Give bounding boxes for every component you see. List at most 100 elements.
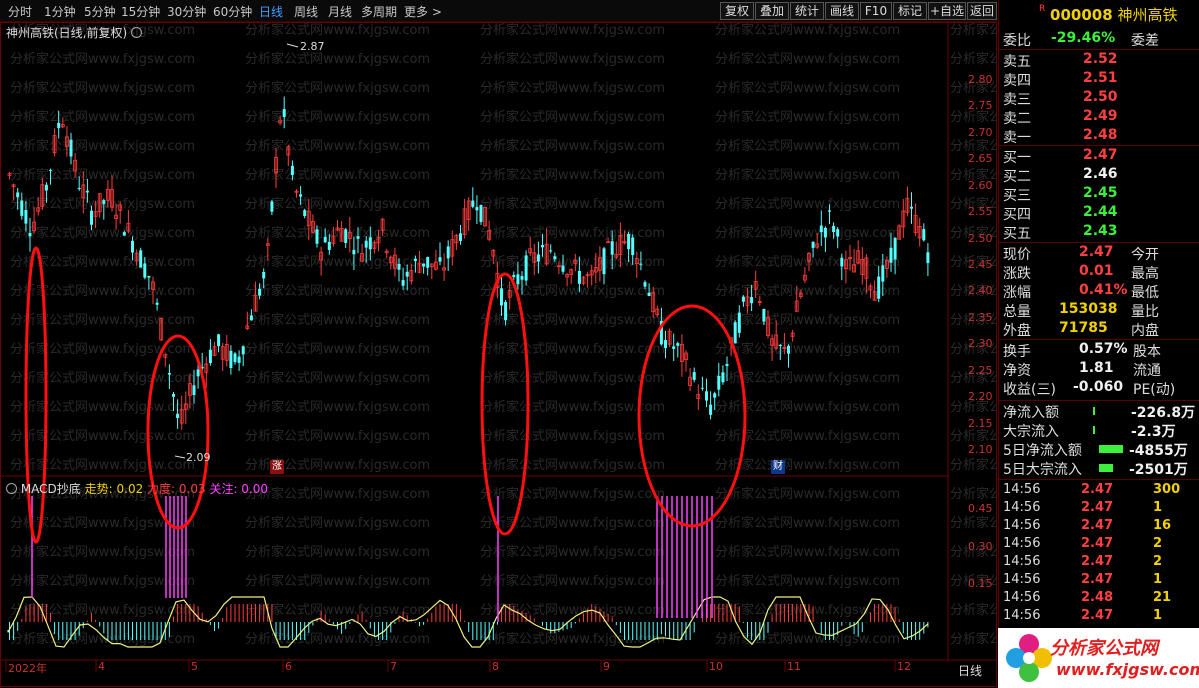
quote-row: 涨跌 0.01 最高 <box>1003 263 1197 282</box>
period-tab-multi[interactable]: 多周期 <box>361 3 397 20</box>
date-tick: 6 <box>285 660 292 673</box>
svg-text:分析家公式网www.fxjgsw.com: 分析家公式网www.fxjgsw.com <box>245 254 430 270</box>
quote-row: 外盘 71785 内盘 <box>1003 320 1197 339</box>
period-tab-daily[interactable]: 日线 <box>259 3 283 20</box>
macd-settings-icon[interactable] <box>6 483 17 494</box>
quote-label: 现价 <box>1003 247 1031 263</box>
svg-text:分析家公式网www.fxjgsw.com: 分析家公式网www.fxjgsw.com <box>10 283 195 299</box>
period-tab-60min[interactable]: 60分钟 <box>213 3 252 20</box>
svg-text:分析家公式网www.fxjgsw.com: 分析家公式网www.fxjgsw.com <box>245 631 430 647</box>
tick-volume: 1 <box>1153 500 1163 515</box>
period-tab-more[interactable]: 更多 > <box>404 3 442 20</box>
flow-row: 净流入额 -226.8万 <box>1003 402 1197 421</box>
stats-button[interactable]: 统计 <box>790 2 824 20</box>
tick-time: 14:56 <box>1003 608 1041 623</box>
chart-title: 神州高铁(日线,前复权) <box>6 24 143 41</box>
svg-text:分析家公式网www.fxjgsw.com: 分析家公式网www.fxjgsw.com <box>245 312 430 328</box>
tick-row: 14:56 2.47 2 <box>1003 536 1197 555</box>
ask-row: 卖四 2.51 <box>1003 70 1197 89</box>
macd-tick: 0.15 <box>968 577 993 590</box>
zhang-marker[interactable]: 涨 <box>270 460 284 474</box>
flow-bar <box>1093 426 1095 434</box>
price-tick: 2.75 <box>968 99 993 113</box>
period-tab-1min[interactable]: 1分钟 <box>44 3 76 20</box>
stats-label: 净资 <box>1003 363 1031 379</box>
stats-label2: 流通 <box>1133 363 1161 379</box>
divider <box>998 339 1199 340</box>
overlay-button[interactable]: 叠加 <box>755 2 789 20</box>
logo-text: 分析家公式网 <box>1050 638 1158 659</box>
kline-chart[interactable]: 分析家公式网www.fxjgsw.com 分析家公式网www.fxjgsw.com… <box>0 22 997 688</box>
ask-label: 卖二 <box>1003 111 1031 127</box>
price-tick: 2.45 <box>968 258 993 271</box>
quote-value: 0.41% <box>1079 282 1128 298</box>
macd-tick: 0.45 <box>968 502 993 515</box>
cai-marker[interactable]: 财 <box>771 460 785 474</box>
quote-label: 涨幅 <box>1003 285 1031 301</box>
period-tab-15min[interactable]: 15分钟 <box>121 3 160 20</box>
bid-row: 买一 2.47 <box>1003 147 1197 166</box>
flow-label: 5日净流入额 <box>1003 443 1082 459</box>
svg-text:分析家公式网www.fxjgsw.com: 分析家公式网www.fxjgsw.com <box>10 457 195 473</box>
draw-button[interactable]: 画线 <box>825 2 859 20</box>
price-tick: 2.60 <box>968 178 993 192</box>
price-tick: 2.15 <box>968 416 993 430</box>
tick-time: 14:56 <box>1003 554 1041 569</box>
ask-label: 卖一 <box>1003 130 1031 146</box>
weibi-row: 委比 -29.46% 委差 <box>1003 30 1197 49</box>
period-tab-weekly[interactable]: 周线 <box>294 3 318 20</box>
period-tab-fenshi[interactable]: 分时 <box>8 3 32 20</box>
weibi-value: -29.46% <box>1051 30 1116 46</box>
tick-row: 14:56 2.47 1 <box>1003 608 1197 627</box>
flow-row: 5日净流入额 -4855万 <box>1003 440 1197 459</box>
svg-text:分析家公式网www.fxjgsw.com: 分析家公式网www.fxjgsw.com <box>480 283 665 299</box>
svg-text:分析家公式网www.fxjgsw.com: 分析家公式网www.fxjgsw.com <box>950 22 997 38</box>
stats-label2: 股本 <box>1133 344 1161 360</box>
svg-text:分析家公式网www.fxjgsw.com: 分析家公式网www.fxjgsw.com <box>10 167 195 183</box>
period-tab-30min[interactable]: 30分钟 <box>167 3 206 20</box>
macd-focus: 关注: 0.00 <box>209 482 269 496</box>
svg-text:分析家公式网www.fxjgsw.com: 分析家公式网www.fxjgsw.com <box>10 254 195 270</box>
tick-volume: 16 <box>1153 518 1172 533</box>
stats-label2: PE(动) <box>1133 382 1176 398</box>
settings-circle-icon[interactable] <box>131 27 143 38</box>
min-price-label: 2.09 <box>186 451 211 464</box>
svg-text:分析家公式网www.fxjgsw.com: 分析家公式网www.fxjgsw.com <box>480 196 665 212</box>
svg-text:分析家公式网www.fxjgsw.com: 分析家公式网www.fxjgsw.com <box>245 515 430 531</box>
tick-volume: 1 <box>1153 572 1163 587</box>
svg-text:分析家公式网www.fxjgsw.com: 分析家公式网www.fxjgsw.com <box>480 138 665 154</box>
flower-logo-icon <box>1006 634 1052 682</box>
stats-label: 换手 <box>1003 344 1031 360</box>
back-button[interactable]: 返回 <box>967 2 997 20</box>
date-tick: 9 <box>603 660 610 673</box>
bid-price: 2.47 <box>1083 147 1118 163</box>
svg-text:分析家公式网www.fxjgsw.com: 分析家公式网www.fxjgsw.com <box>245 370 430 386</box>
svg-text:分析家公式网www.fxjgsw.com: 分析家公式网www.fxjgsw.com <box>10 399 195 415</box>
stock-name: 神州高铁 <box>1117 6 1178 24</box>
date-tick: 8 <box>492 660 499 673</box>
bid-row: 买三 2.45 <box>1003 185 1197 204</box>
period-tab-5min[interactable]: 5分钟 <box>84 3 116 20</box>
flow-value: -4855万 <box>1129 443 1188 459</box>
f10-button[interactable]: F10 <box>860 2 892 20</box>
flow-label: 大宗流入 <box>1003 424 1059 440</box>
svg-text:分析家公式网www.fxjgsw.com: 分析家公式网www.fxjgsw.com <box>950 428 997 444</box>
price-tick: 2.30 <box>968 337 993 351</box>
weicha-label: 委差 <box>1131 33 1159 49</box>
adjust-button[interactable]: 复权 <box>720 2 754 20</box>
quote-label: 涨跌 <box>1003 266 1031 282</box>
bid-label: 买二 <box>1003 169 1031 185</box>
tick-row: 14:56 2.47 300 <box>1003 482 1197 501</box>
quote-label2: 量比 <box>1131 304 1159 320</box>
mark-button[interactable]: 标记 <box>893 2 927 20</box>
svg-text:分析家公式网www.fxjgsw.com: 分析家公式网www.fxjgsw.com <box>480 80 665 96</box>
add-watchlist-button[interactable]: +自选 <box>928 2 966 20</box>
period-tab-monthly[interactable]: 月线 <box>328 3 352 20</box>
bid-price: 2.45 <box>1083 185 1118 201</box>
tick-volume: 300 <box>1153 482 1181 497</box>
svg-text:分析家公式网www.fxjgsw.com: 分析家公式网www.fxjgsw.com <box>950 457 997 473</box>
price-tick: 2.80 <box>968 73 993 86</box>
quote-label2: 内盘 <box>1131 323 1159 339</box>
svg-text:分析家公式网www.fxjgsw.com: 分析家公式网www.fxjgsw.com <box>10 109 195 125</box>
weibi-label: 委比 <box>1003 33 1031 49</box>
